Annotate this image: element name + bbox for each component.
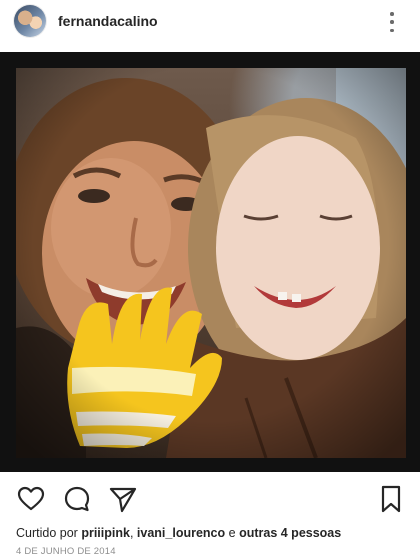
likes-prefix: Curtido por [16,526,78,540]
post-date: 4 DE JUNHO DE 2014 [16,546,116,557]
heart-icon[interactable] [16,484,46,514]
liker-link[interactable]: priiipink [81,526,130,540]
photo-illustration [16,68,406,458]
action-bar [0,484,420,516]
bookmark-icon[interactable] [376,484,406,514]
username[interactable]: fernandacalino [58,13,158,29]
liker-link[interactable]: ivani_lourenco [137,526,225,540]
post-image-frame [0,52,420,472]
likes-conjunction: e [228,526,236,540]
send-icon[interactable] [108,484,138,514]
post-photo[interactable] [16,68,406,458]
other-likers-link[interactable]: outras 4 pessoas [239,526,341,540]
instagram-post: fernandacalino Curtido por priiipink, iv… [0,0,420,560]
likes-separator: , [129,526,134,540]
post-header: fernandacalino [0,0,420,44]
more-options-icon[interactable] [382,9,402,35]
likes-summary: Curtido por priiipink, ivani_lourenco e … [16,526,341,540]
avatar[interactable] [14,5,46,37]
comment-icon[interactable] [62,484,92,514]
